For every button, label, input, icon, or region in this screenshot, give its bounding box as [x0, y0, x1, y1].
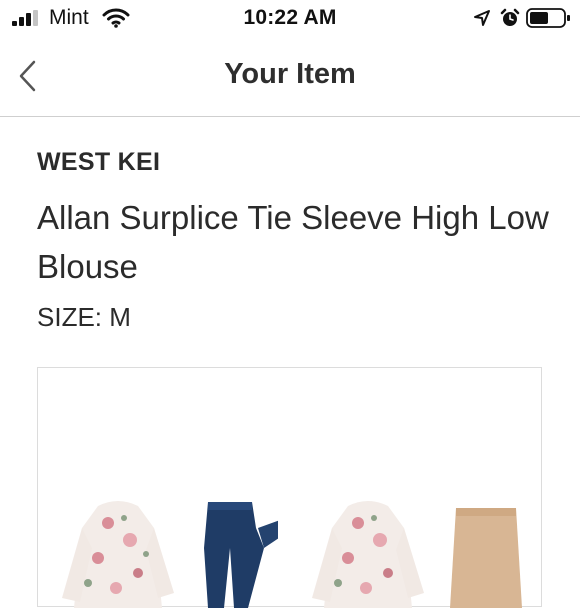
- status-time: 10:22 AM: [243, 6, 337, 29]
- item-image-card[interactable]: [37, 367, 542, 608]
- alarm-clock-icon: [500, 8, 520, 26]
- battery-icon: [526, 8, 570, 28]
- item-size: SIZE: M: [37, 302, 131, 332]
- page-title: Your Item: [224, 58, 356, 90]
- location-arrow-icon: [474, 10, 490, 26]
- nav-bar: Your Item: [0, 40, 580, 117]
- status-bar: Mint 10:22 AM: [0, 0, 580, 40]
- item-brand: WEST KEI: [37, 148, 161, 176]
- item-name: Allan Surplice Tie Sleeve High Low Blous…: [37, 199, 549, 285]
- outfit-photo-jeans: [62, 501, 278, 608]
- outfit-photo-skirt: [312, 501, 522, 608]
